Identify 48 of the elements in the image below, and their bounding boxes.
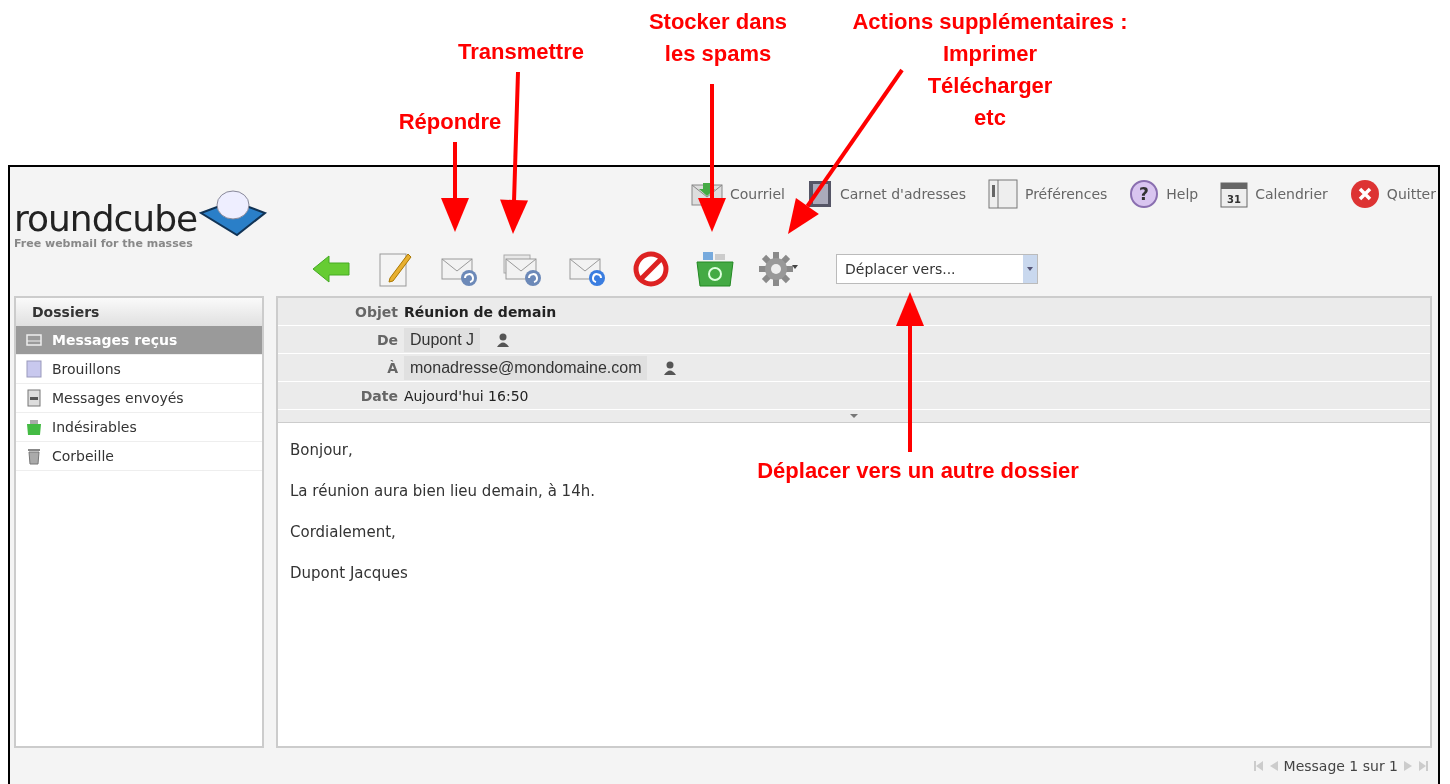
notepad-icon [26, 360, 42, 378]
no-entry-icon [633, 251, 669, 287]
nav-link[interactable]: 31 Calendrier [1220, 180, 1328, 208]
nav-link[interactable]: Quitter [1349, 179, 1436, 209]
nav-link[interactable]: ? Help [1129, 179, 1199, 209]
person-icon [496, 332, 511, 347]
annotation-label: Actions supplémentaires : Imprimer Télécharger etc [852, 8, 1128, 132]
nav-link[interactable]: Préférences [987, 179, 1108, 209]
help-icon: ? [1129, 179, 1160, 209]
calendar-icon: 31 [1220, 180, 1249, 208]
recycle-bin-icon [694, 250, 736, 288]
close-icon [1349, 179, 1380, 209]
envelopes-reply-icon [503, 251, 543, 287]
toolbar-button[interactable] [694, 249, 736, 289]
folder-panel-title: Dossiers [16, 298, 262, 326]
header-label: De [375, 331, 399, 348]
contact-name[interactable]: Dupont J [404, 327, 481, 352]
annotation-label: Déplacer vers un autre dossier [757, 457, 1079, 485]
panel-icon [987, 179, 1018, 209]
message-counter: Message 1 sur 1 [1283, 758, 1398, 774]
toolbar-button[interactable] [758, 249, 800, 289]
logo-tagline: Free webmail for the masses [14, 237, 194, 250]
caret-icon [1026, 266, 1034, 272]
tray-icon [26, 333, 42, 347]
move-to-dropdown[interactable]: Déplacer vers... [836, 254, 1038, 284]
basket-icon [26, 418, 42, 436]
message-paragraph: Bonjour, [290, 441, 354, 459]
annotation-label: Transmettre [458, 38, 584, 66]
header-label: À [386, 359, 399, 376]
message-paragraph: Dupont Jacques [290, 564, 409, 582]
gear-icon [758, 251, 800, 287]
annotation-label: Stocker dans les spams [648, 8, 788, 68]
annotation-label: Répondre [398, 108, 502, 136]
printer-icon [26, 389, 42, 407]
message-paragraph: La réunion aura bien lieu demain, à 14h. [290, 482, 596, 500]
pencil-note-icon [378, 250, 412, 288]
trash-icon [26, 447, 42, 465]
contact-name[interactable]: monadresse@mondomaine.com [404, 355, 648, 380]
left-arrow-icon [311, 254, 351, 284]
logo-wordmark: roundcube [14, 199, 198, 239]
header-value: Aujourd'hui 16:50 [404, 387, 529, 404]
person-icon [663, 360, 678, 375]
header-value: Réunion de demain [404, 303, 557, 320]
header-label: Date [359, 387, 399, 404]
message-paragraph: Cordialement, [290, 523, 397, 541]
header-label: Objet [354, 303, 399, 320]
caret-icon[interactable] [849, 413, 859, 419]
nav-link[interactable]: Carnet d'adresses [806, 180, 966, 208]
